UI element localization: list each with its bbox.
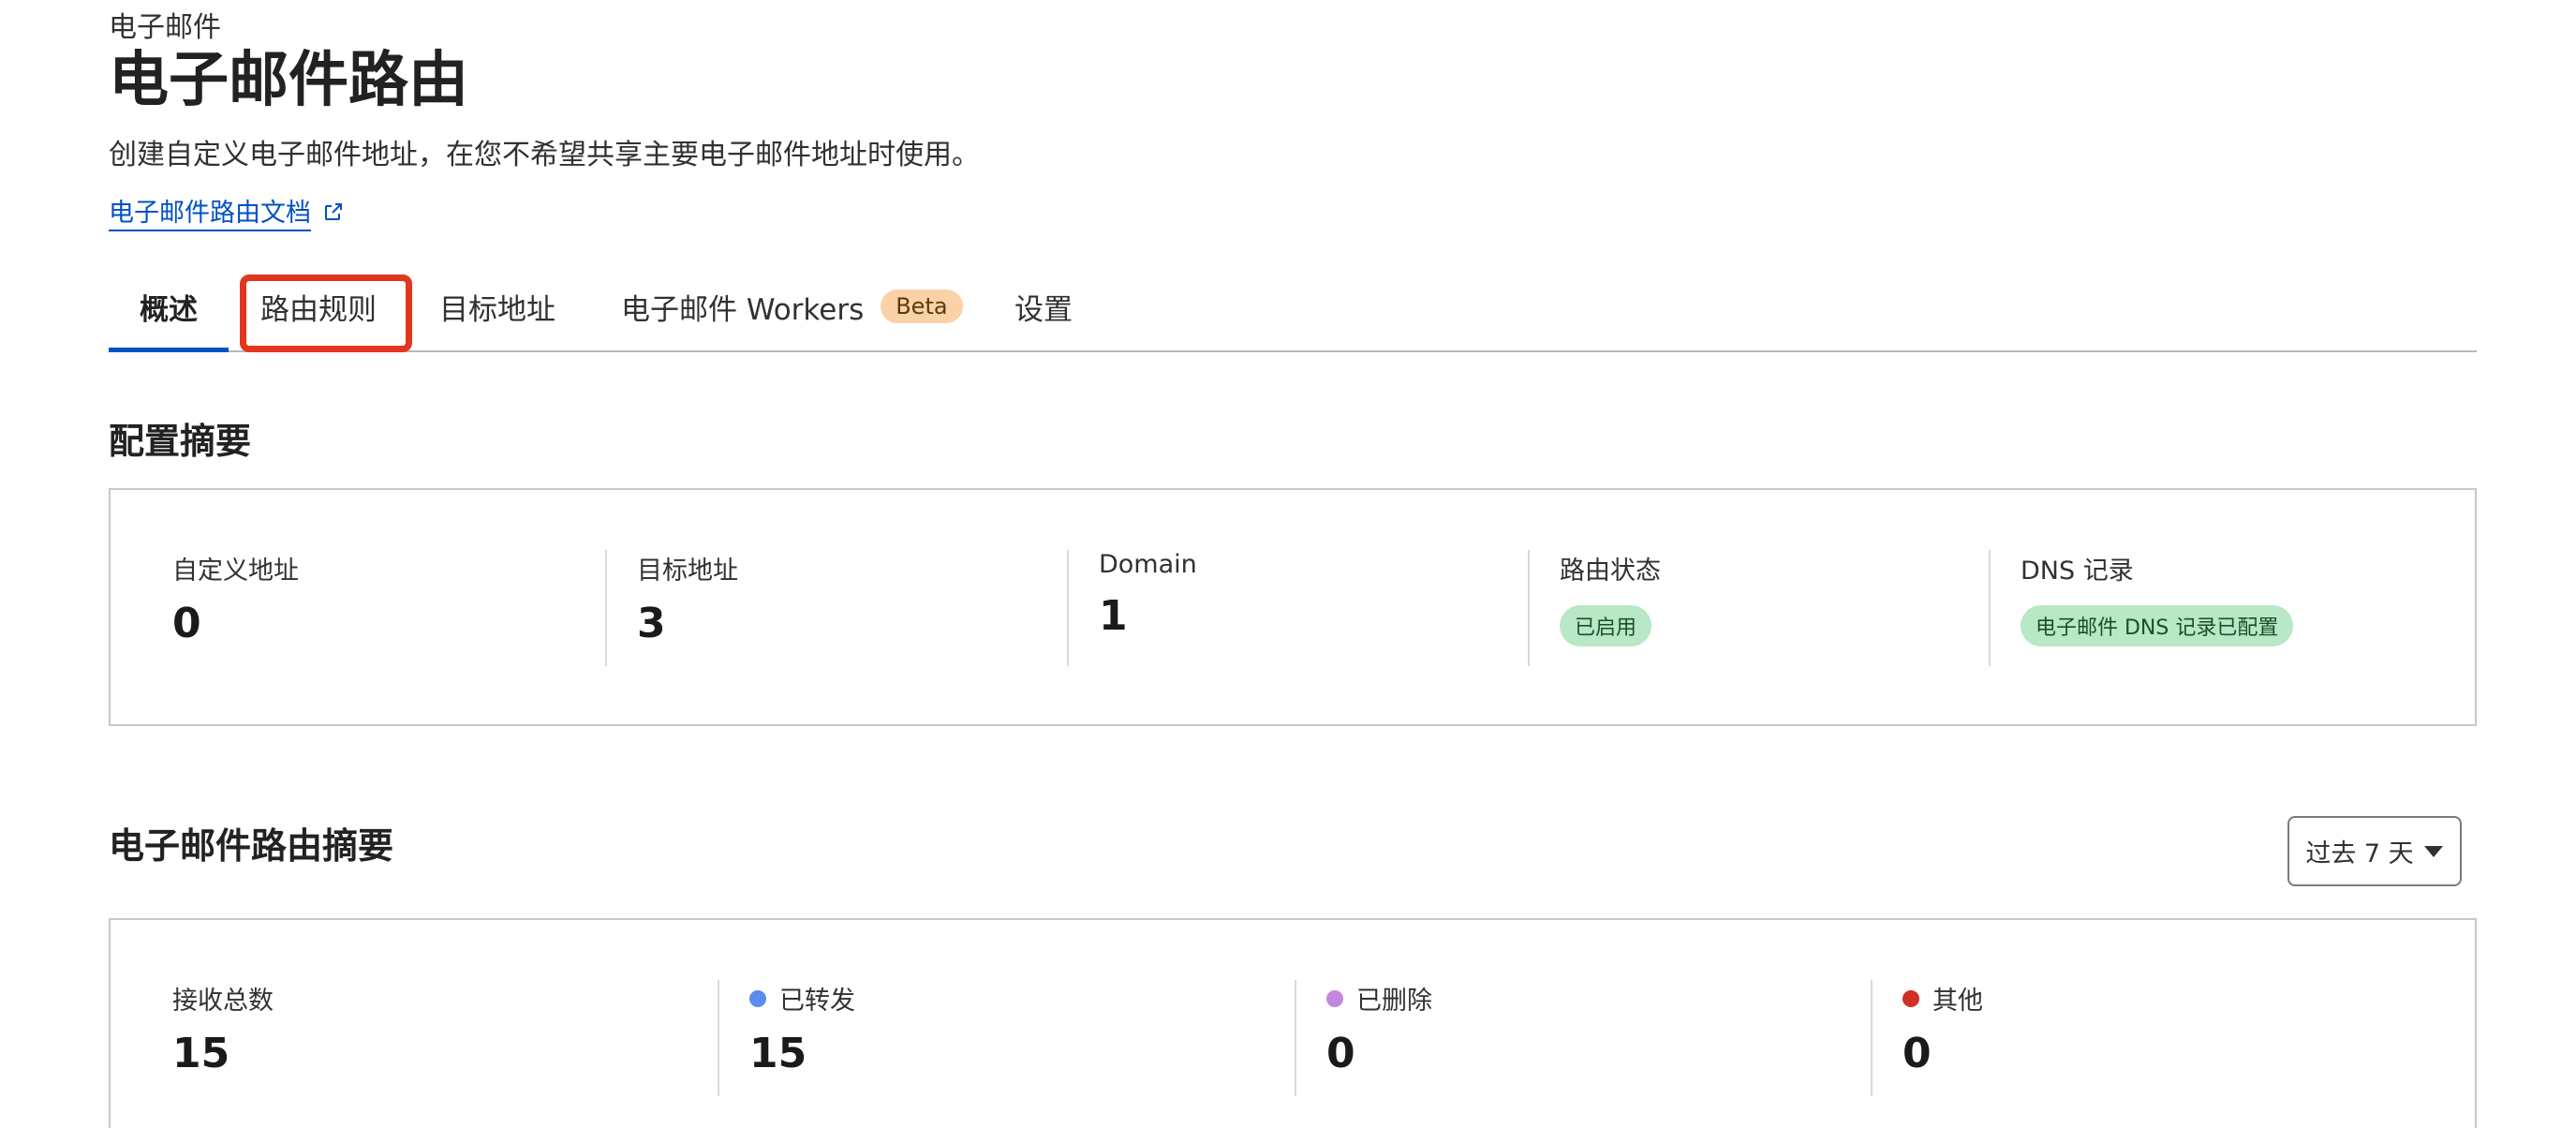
routing-summary-title: 电子邮件路由摘要 [109,825,394,867]
stat-value: 3 [637,600,666,647]
page-title: 电子邮件路由 [109,46,468,115]
tab-destination-addresses[interactable]: 目标地址 [439,262,555,350]
config-summary-card: 自定义地址 0 目标地址 3 Domain 1 路由状态 已启用 DNS 记录 … [109,488,2477,726]
config-summary-title: 配置摘要 [109,421,252,462]
stat-label: 其他 [1932,987,1983,1016]
tab-bar: 概述 路由规则 目标地址 电子邮件 Workers Beta 设置 [109,262,2477,352]
caret-down-icon [2423,845,2443,857]
stat-dropped: 已删除 0 [1295,980,1432,1096]
status-badge: 已启用 [1560,605,1652,646]
stat-label: 路由状态 [1560,557,1661,586]
time-range-value: 过去 7 天 [2305,839,2414,868]
stat-value: 0 [172,600,201,647]
stat-label: 已转发 [779,987,855,1016]
stat-label: 接收总数 [172,987,274,1016]
stat-value: 0 [1902,1030,1932,1077]
docs-link-label: 电子邮件路由文档 [109,192,311,231]
routing-summary-card: 接收总数 15 已转发 15 已删除 0 其他 0 [109,918,2477,1128]
stat-value: 1 [1099,592,1128,640]
tab-email-workers-label: 电子邮件 Workers [621,292,865,327]
beta-badge: Beta [881,289,963,323]
stat-value: 0 [1326,1030,1355,1077]
stat-forwarded: 已转发 15 [718,980,855,1096]
stat-value: 15 [749,1030,807,1077]
tab-email-workers[interactable]: 电子邮件 Workers Beta [621,262,963,350]
stat-destination-addresses: 目标地址 3 [605,550,738,666]
tab-settings-label: 设置 [1014,292,1073,327]
stat-other: 其他 0 [1871,980,1983,1096]
stat-label: 自定义地址 [172,557,299,586]
stat-domain: Domain 1 [1067,550,1197,666]
external-link-icon [325,203,342,220]
stat-routing-status: 路由状态 已启用 [1528,550,1661,666]
docs-link[interactable]: 电子邮件路由文档 [109,192,345,231]
dropped-dot-icon [1326,989,1343,1007]
stat-label: DNS 记录 [2021,557,2134,586]
dns-status-badge: 电子邮件 DNS 记录已配置 [2021,605,2294,646]
time-range-dropdown[interactable]: 过去 7 天 [2287,816,2462,886]
stat-label: Domain [1099,550,1197,579]
email-routing-page: 电子邮件 电子邮件路由 创建自定义电子邮件地址，在您不希望共享主要电子邮件地址时… [0,0,2576,1128]
other-dot-icon [1902,989,1919,1007]
stat-dns-records: DNS 记录 电子邮件 DNS 记录已配置 [1989,550,2294,666]
tab-settings[interactable]: 设置 [1014,262,1073,350]
stat-total-received: 接收总数 15 [172,980,274,1096]
tab-destination-addresses-label: 目标地址 [439,292,555,327]
stat-custom-addresses: 自定义地址 0 [172,550,299,666]
tab-routing-rules-label: 路由规则 [260,292,377,327]
tab-overview-label: 概述 [140,292,198,327]
tab-overview[interactable]: 概述 [109,262,229,352]
forwarded-dot-icon [749,989,766,1007]
page-description: 创建自定义电子邮件地址，在您不希望共享主要电子邮件地址时使用。 [109,139,980,171]
stat-value: 15 [172,1030,230,1077]
tab-routing-rules[interactable]: 路由规则 [260,262,377,350]
stat-label: 目标地址 [637,557,738,586]
stat-label: 已删除 [1356,987,1432,1016]
breadcrumb[interactable]: 电子邮件 [109,4,221,45]
